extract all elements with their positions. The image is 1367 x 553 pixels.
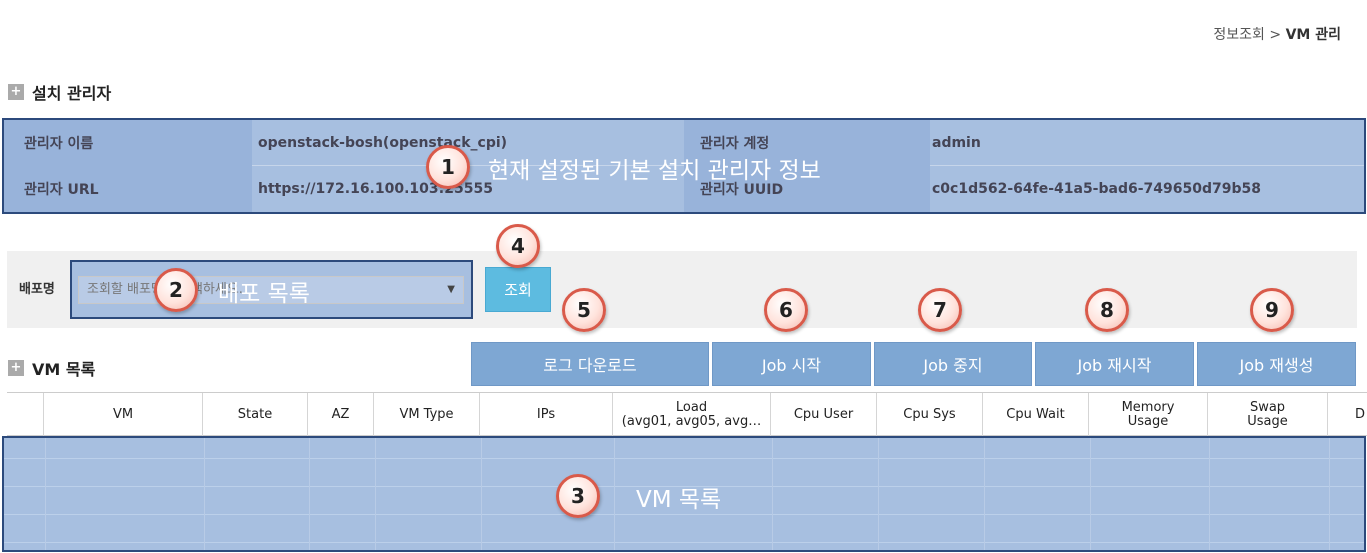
log-download-button[interactable]: 로그 다운로드 <box>471 342 709 386</box>
callout-5-badge: 5 <box>562 288 606 332</box>
admin-uuid-value: c0c1d562-64fe-41a5-bad6-749650d79b58 <box>932 181 1261 197</box>
admin-name-label: 관리자 이름 <box>4 120 252 166</box>
install-admin-section-title: + 설치 관리자 <box>8 80 111 104</box>
breadcrumb-parent[interactable]: 정보조회 <box>1213 27 1265 43</box>
callout-9-badge: 9 <box>1250 288 1294 332</box>
callout-2-badge: 2 <box>154 268 198 312</box>
table-column-divider <box>45 438 46 550</box>
select-column-header[interactable] <box>7 393 43 437</box>
deploy-name-label: 배포명 <box>19 282 55 297</box>
job-stop-button[interactable]: Job 중지 <box>874 342 1032 386</box>
search-button[interactable]: 조회 <box>485 267 551 312</box>
expand-plus-icon[interactable]: + <box>8 360 24 376</box>
column-header-label: State <box>237 407 273 422</box>
vm-list-section-title: + VM 목록 <box>8 356 95 380</box>
callout-7-badge: 7 <box>918 288 962 332</box>
admin-account-value: admin <box>932 135 981 151</box>
table-column-divider <box>481 438 482 550</box>
job-start-button[interactable]: Job 시작 <box>712 342 871 386</box>
table-column-divider <box>1329 438 1330 550</box>
column-header[interactable]: Cpu Sys <box>876 393 982 437</box>
column-header[interactable]: Load (avg01, avg05, avg… <box>612 393 770 437</box>
column-header-label: Swap <box>1249 400 1286 415</box>
column-header-label: Usage <box>1127 414 1169 429</box>
job-restart-button[interactable]: Job 재시작 <box>1035 342 1194 386</box>
column-header-label: VM Type <box>399 407 454 422</box>
column-header-label: D <box>1354 407 1365 422</box>
callout-1-badge: 1 <box>426 145 470 189</box>
vm-table-header: VM State AZ VM Type IPs Load (avg01, avg… <box>7 392 1367 437</box>
table-column-divider <box>984 438 985 550</box>
callout-4-badge: 4 <box>496 224 540 268</box>
vm-list-title: VM 목록 <box>32 360 96 379</box>
table-row-divider <box>4 458 1364 459</box>
callout-2-text: 배포 목록 <box>218 281 310 307</box>
column-header-label: Usage <box>1247 414 1288 429</box>
column-header-label: Memory <box>1121 400 1175 415</box>
column-header[interactable]: State <box>202 393 307 437</box>
breadcrumb-separator: > <box>1264 27 1286 43</box>
callout-3-text: VM 목록 <box>636 487 722 513</box>
dropdown-arrow-icon: ▼ <box>447 284 455 295</box>
callout-3-badge: 3 <box>556 474 600 518</box>
column-header-label: VM <box>112 407 134 422</box>
column-header[interactable]: VM Type <box>373 393 479 437</box>
column-header[interactable]: IPs <box>479 393 612 437</box>
column-header[interactable]: Cpu User <box>770 393 876 437</box>
table-column-divider <box>309 438 310 550</box>
table-column-divider <box>614 438 615 550</box>
column-header-label: Load <box>675 400 708 415</box>
column-header-label: IPs <box>536 407 556 422</box>
table-column-divider <box>878 438 879 550</box>
table-column-divider <box>204 438 205 550</box>
table-column-divider <box>1090 438 1091 550</box>
column-header-label: Cpu Wait <box>1006 407 1065 422</box>
breadcrumb-current: VM 관리 <box>1285 27 1341 43</box>
table-row-divider <box>4 542 1364 543</box>
column-header-label: Cpu User <box>793 407 854 422</box>
column-header[interactable]: VM <box>43 393 202 437</box>
install-admin-title: 설치 관리자 <box>32 84 112 103</box>
column-header[interactable]: Swap Usage <box>1207 393 1327 437</box>
column-header-label: (avg01, avg05, avg… <box>621 414 762 429</box>
table-column-divider <box>375 438 376 550</box>
column-header-label: AZ <box>331 407 350 422</box>
callout-6-badge: 6 <box>764 288 808 332</box>
callout-1-text: 현재 설정된 기본 설치 관리자 정보 <box>488 158 821 184</box>
table-column-divider <box>1209 438 1210 550</box>
job-recreate-button[interactable]: Job 재생성 <box>1197 342 1356 386</box>
table-column-divider <box>772 438 773 550</box>
column-header[interactable]: AZ <box>307 393 373 437</box>
admin-url-label: 관리자 URL <box>4 166 252 212</box>
expand-plus-icon[interactable]: + <box>8 84 24 100</box>
column-header[interactable]: Memory Usage <box>1088 393 1207 437</box>
column-header[interactable]: D <box>1327 393 1367 437</box>
column-header-label: Cpu Sys <box>903 407 956 422</box>
table-row-divider <box>4 514 1364 515</box>
callout-8-badge: 8 <box>1085 288 1129 332</box>
breadcrumb: 정보조회 > VM 관리 <box>1213 24 1341 44</box>
column-header[interactable]: Cpu Wait <box>982 393 1088 437</box>
